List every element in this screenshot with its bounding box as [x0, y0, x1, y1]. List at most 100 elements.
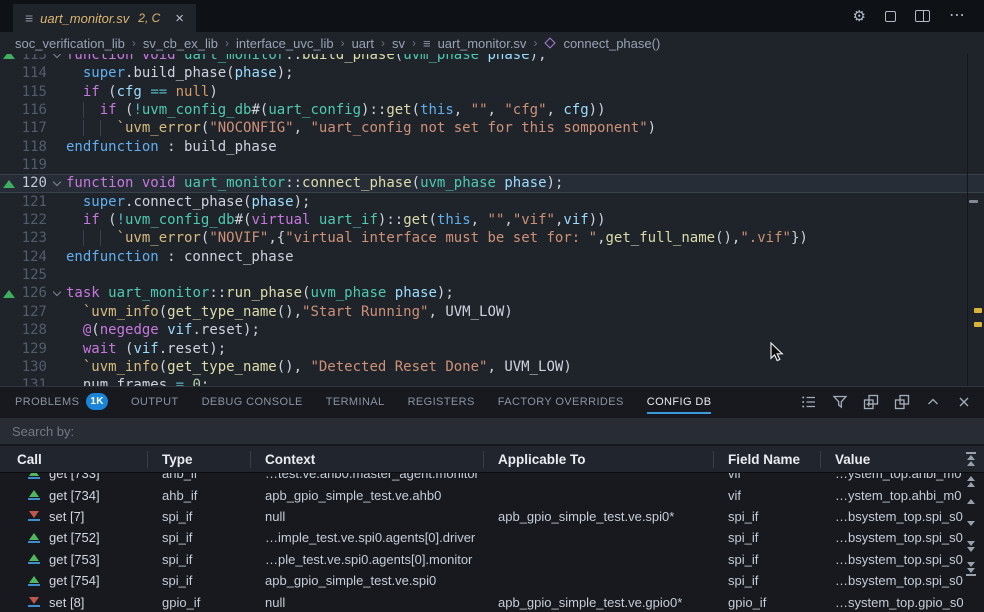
breadcrumb-item[interactable]: sv: [392, 36, 405, 51]
panel-tab-factory-overrides[interactable]: FACTORY OVERRIDES: [498, 387, 624, 416]
column-header-type[interactable]: Type: [148, 451, 251, 468]
panel-tab-config-db[interactable]: CONFIG DB: [647, 387, 712, 416]
fold-space: [47, 193, 66, 211]
code-line[interactable]: 122 if (!uvm_config_db#(virtual uart_if)…: [0, 211, 984, 229]
scroll-to-top-icon[interactable]: [963, 452, 979, 466]
call-label: get [734]: [49, 488, 100, 503]
code-line[interactable]: 125: [0, 266, 984, 284]
code-token: [66, 304, 83, 320]
code-line[interactable]: 129 wait (vif.reset);: [0, 340, 984, 358]
table-row[interactable]: get [752]spi_if…imple_test.ve.spi0.agent…: [0, 527, 984, 548]
column-header-field-name[interactable]: Field Name: [714, 451, 821, 468]
code-editor[interactable]: 113function void uart_monitor::build_pha…: [0, 54, 984, 386]
code-token: null: [176, 84, 210, 100]
cell-type: spi_if: [148, 530, 251, 545]
close-panel-icon[interactable]: [956, 394, 972, 410]
breadcrumb-item[interactable]: interface_uvc_lib: [236, 36, 334, 51]
table-row[interactable]: set [7]spi_ifnullapb_gpio_simple_test.ve…: [0, 506, 984, 527]
code-token: "NOCONFIG": [209, 120, 293, 136]
configdb-search-bar: [0, 418, 984, 444]
code-token: .reset);: [192, 322, 259, 338]
table-row[interactable]: get [733]ahb_if…test.ve.ahb0.master_agen…: [0, 473, 984, 484]
table-row[interactable]: set [8]gpio_ifnullapb_gpio_simple_test.v…: [0, 591, 984, 612]
panel-tab-registers[interactable]: REGISTERS: [408, 387, 475, 416]
filter-icon[interactable]: [832, 394, 848, 410]
configdb-search-input[interactable]: [12, 424, 972, 439]
editor-tab-uart-monitor[interactable]: ≡ uart_monitor.sv 2, C ×: [13, 4, 196, 32]
fold-space: [47, 156, 66, 174]
code-line[interactable]: 118endfunction : build_phase: [0, 138, 984, 156]
code-token: vif: [133, 341, 158, 357]
column-header-applicable-to[interactable]: Applicable To: [484, 451, 714, 468]
breadcrumb-item[interactable]: soc_verification_lib: [15, 36, 125, 51]
code-text: num_frames = 0;: [66, 376, 209, 386]
code-line[interactable]: 113function void uart_monitor::build_pha…: [0, 54, 984, 64]
breadcrumb-item[interactable]: connect_phase(): [563, 36, 660, 51]
code-token: "Detected Reset Done": [310, 359, 487, 375]
code-line[interactable]: 124endfunction : connect_phase: [0, 248, 984, 266]
expand-all-icon[interactable]: [894, 394, 910, 410]
panel-tab-debug-console[interactable]: DEBUG CONSOLE: [202, 387, 303, 416]
code-line[interactable]: 117 `uvm_error("NOCONFIG", "uart_config …: [0, 119, 984, 137]
gutter-arrow-icon[interactable]: [0, 174, 17, 192]
breadcrumb-item[interactable]: uart: [352, 36, 374, 51]
page-up-icon[interactable]: [963, 476, 979, 487]
gutter-arrow-icon[interactable]: [0, 284, 17, 302]
code-line[interactable]: 130 `uvm_info(get_type_name(), "Detected…: [0, 358, 984, 376]
code-line[interactable]: 119: [0, 156, 984, 174]
fold-chevron-icon[interactable]: [47, 284, 66, 302]
panel-tab-problems[interactable]: PROBLEMS1K: [15, 387, 108, 416]
cell-context: apb_gpio_simple_test.ve.spi0: [251, 573, 484, 588]
code-line[interactable]: 126task uart_monitor::run_phase(uvm_phas…: [0, 284, 984, 302]
code-text: super.connect_phase(phase);: [66, 193, 310, 211]
code-token: (),: [277, 304, 302, 320]
panel-tab-terminal[interactable]: TERMINAL: [326, 387, 385, 416]
code-line[interactable]: 123 `uvm_error("NOVIF",{"virtual interfa…: [0, 229, 984, 247]
code-token: =: [176, 377, 184, 386]
code-line[interactable]: 131 num_frames = 0;: [0, 376, 984, 386]
fold-space: [47, 248, 66, 266]
code-token: if: [100, 102, 117, 118]
code-token: connect_phase: [302, 175, 412, 191]
code-line[interactable]: 120function void uart_monitor::connect_p…: [0, 174, 984, 192]
fold-space: [47, 211, 66, 229]
code-line[interactable]: 128 @(negedge vif.reset);: [0, 321, 984, 339]
more-actions-icon[interactable]: ⋯: [949, 8, 966, 24]
breadcrumb-item[interactable]: sv_cb_ex_lib: [143, 36, 218, 51]
table-row[interactable]: get [734]ahb_ifapb_gpio_simple_test.ve.a…: [0, 484, 984, 505]
table-row[interactable]: get [754]spi_ifapb_gpio_simple_test.ve.s…: [0, 570, 984, 591]
settings-gear-icon[interactable]: ⚙: [853, 7, 866, 25]
code-line[interactable]: 115 if (cfg == null): [0, 83, 984, 101]
editor-layout-icon[interactable]: [885, 11, 896, 22]
line-number: 128: [17, 321, 47, 339]
code-token: .reset);: [159, 341, 226, 357]
table-row[interactable]: get [753]spi_if…ple_test.ve.spi0.agents[…: [0, 549, 984, 570]
code-text: task uart_monitor::run_phase(uvm_phase p…: [66, 284, 454, 302]
column-header-value[interactable]: Value: [821, 451, 984, 468]
code-line[interactable]: 116 if (!uvm_config_db#(uart_config)::ge…: [0, 101, 984, 119]
code-token: "": [488, 212, 505, 228]
column-header-context[interactable]: Context: [251, 451, 484, 468]
scroll-up-icon[interactable]: [963, 499, 979, 504]
line-number: 121: [17, 193, 47, 211]
panel-tab-output[interactable]: OUTPUT: [131, 387, 179, 416]
scroll-down-icon[interactable]: [963, 521, 979, 526]
column-header-call[interactable]: Call: [0, 451, 148, 468]
close-tab-icon[interactable]: ×: [175, 11, 184, 26]
collapse-all-icon[interactable]: [863, 394, 879, 410]
gutter-arrow-icon[interactable]: [0, 54, 17, 64]
fold-chevron-icon[interactable]: [47, 174, 66, 192]
code-line[interactable]: 114 super.build_phase(phase);: [0, 64, 984, 82]
view-as-list-icon[interactable]: [801, 394, 817, 410]
breadcrumb-item[interactable]: uart_monitor.sv: [438, 36, 527, 51]
split-editor-icon[interactable]: [915, 10, 930, 22]
page-down-icon[interactable]: [963, 541, 979, 552]
code-token: );: [437, 285, 454, 301]
maximize-panel-icon[interactable]: [925, 394, 941, 410]
code-line[interactable]: 127 `uvm_info(get_type_name(),"Start Run…: [0, 303, 984, 321]
code-token: ,: [504, 212, 512, 228]
breadcrumb-separator: ›: [533, 36, 537, 50]
code-line[interactable]: 121 super.connect_phase(phase);: [0, 193, 984, 211]
fold-chevron-icon[interactable]: [47, 54, 66, 64]
scroll-to-bottom-icon[interactable]: [963, 562, 979, 576]
